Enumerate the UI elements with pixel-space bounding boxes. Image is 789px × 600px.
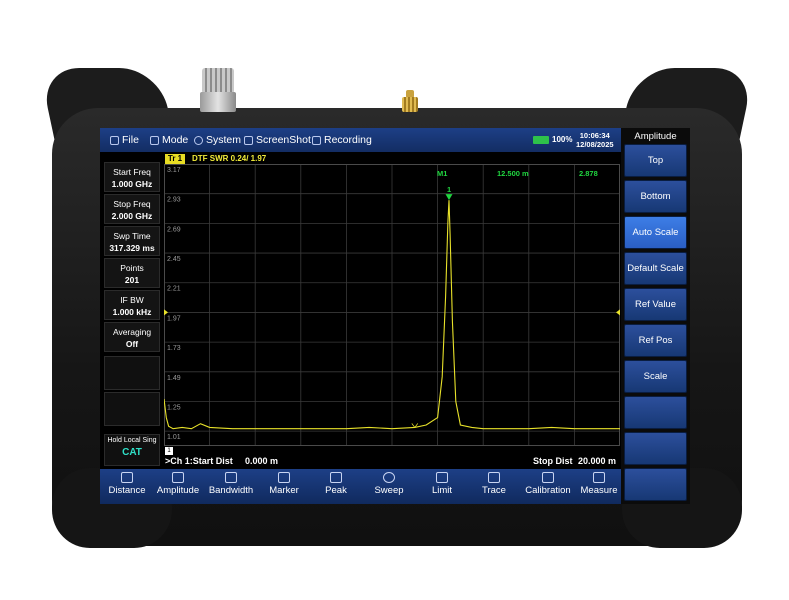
param-value: Off (125, 339, 139, 349)
bottom-menu-sweep[interactable]: Sweep (362, 471, 416, 502)
start-dist-value[interactable]: 0.000 m (245, 456, 278, 466)
param-value: 317.329 ms (109, 243, 155, 253)
parameter-panel: Start Freq 1.000 GHz Stop Freq 2.000 GHz… (104, 162, 160, 466)
gear-icon (194, 135, 203, 145)
softkey-scale[interactable]: Scale (624, 360, 687, 393)
softkey-ref-value[interactable]: Ref Value (624, 288, 687, 321)
param-label: Start Freq (113, 167, 151, 177)
hold-label: Hold Local Sing (107, 437, 157, 444)
y-tick-label: 2.45 (167, 256, 181, 263)
param-if-bw[interactable]: IF BW 1.000 kHz (104, 290, 160, 320)
y-tick-label: 1.49 (167, 375, 181, 382)
param-sweep-time[interactable]: Swp Time 317.329 ms (104, 226, 160, 256)
trace-title: DTF SWR 0.24/ 1.97 (192, 154, 267, 163)
param-label: Stop Freq (113, 199, 151, 209)
sma-connector (402, 90, 418, 112)
softkey-panel-title: Amplitude (634, 131, 677, 142)
bottom-menu-amplitude[interactable]: Amplitude (151, 471, 205, 502)
softkey-auto-scale[interactable]: Auto Scale (624, 216, 687, 249)
marker-index-label: 1 (447, 185, 451, 194)
y-tick-label: 1.97 (167, 315, 181, 322)
softkey-ref-pos[interactable]: Ref Pos (624, 324, 687, 357)
param-value: 1.000 GHz (111, 179, 153, 189)
trace-tag[interactable]: Tr 1 (165, 154, 185, 164)
battery-icon (533, 136, 549, 144)
marker-value-label: 2.878 (579, 169, 598, 178)
menu-screenshot[interactable]: ScreenShot (244, 134, 311, 146)
calibration-icon (542, 472, 554, 483)
peak-icon (330, 472, 342, 483)
bottom-menu-peak[interactable]: Peak (309, 471, 363, 502)
y-tick-label: 1.25 (167, 404, 181, 411)
param-value: 2.000 GHz (111, 211, 153, 221)
softkey-empty[interactable] (624, 432, 687, 465)
stop-dist-value[interactable]: 20.000 m (578, 456, 616, 466)
bottom-menu-bandwidth[interactable]: Bandwidth (204, 471, 258, 502)
start-dist-label: >Ch 1:Start Dist (165, 456, 233, 466)
amplitude-icon (172, 472, 184, 483)
recording-icon (312, 135, 321, 145)
menu-system[interactable]: System (194, 134, 241, 146)
bottom-menu-measure[interactable]: Measure (574, 471, 624, 502)
battery-percent: 100% (552, 135, 573, 144)
bottom-menu-distance[interactable]: Distance (100, 471, 154, 502)
menu-recording[interactable]: Recording (312, 134, 372, 146)
param-empty-slot (104, 392, 160, 426)
distance-readout: >Ch 1:Start Dist 0.000 m Stop Dist 20.00… (165, 456, 620, 468)
param-label: Averaging (112, 327, 152, 337)
y-tick-label: 2.93 (167, 197, 181, 204)
measure-icon (593, 472, 605, 483)
stop-dist-label: Stop Dist (533, 456, 573, 466)
channel-badge: 1 (165, 447, 173, 455)
bottom-menu-trace[interactable]: Trace (467, 471, 521, 502)
bottom-menu-marker[interactable]: Marker (257, 471, 311, 502)
bottom-menu-calibration[interactable]: Calibration (520, 471, 576, 502)
menu-mode[interactable]: Mode (150, 134, 188, 146)
hold-value: CAT (122, 447, 142, 458)
param-label: Swp Time (113, 231, 151, 241)
camera-icon (244, 135, 253, 145)
menu-file[interactable]: File (110, 134, 139, 146)
mode-icon (150, 135, 159, 145)
flag-icon (278, 472, 290, 483)
n-type-connector (200, 68, 236, 112)
bottom-menu-limit[interactable]: Limit (415, 471, 469, 502)
clock: 10:06:34 12/08/2025 (576, 131, 614, 149)
param-label: IF BW (120, 295, 144, 305)
trace-icon (488, 472, 500, 483)
limit-icon (436, 472, 448, 483)
param-stop-freq[interactable]: Stop Freq 2.000 GHz (104, 194, 160, 224)
bandwidth-icon (225, 472, 237, 483)
clock-date: 12/08/2025 (576, 140, 614, 149)
y-tick-label: 1.01 (167, 434, 181, 441)
softkey-bottom[interactable]: Bottom (624, 180, 687, 213)
dtf-swr-plot[interactable]: 3.17 2.93 2.69 2.45 2.21 1.97 1.73 1.49 1.25 1.01… (164, 164, 620, 446)
screen: File Mode System ScreenShot Recording 10… (100, 128, 690, 504)
sweep-icon (383, 472, 395, 483)
y-tick-label: 1.73 (167, 345, 181, 352)
param-averaging[interactable]: Averaging Off (104, 322, 160, 352)
bottom-menu-bar: Distance Amplitude Bandwidth Marker Peak… (100, 469, 621, 504)
y-tick-label: 3.17 (167, 167, 181, 174)
param-empty-slot (104, 356, 160, 390)
param-points[interactable]: Points 201 (104, 258, 160, 288)
param-start-freq[interactable]: Start Freq 1.000 GHz (104, 162, 160, 192)
softkey-empty[interactable] (624, 468, 687, 501)
file-icon (110, 135, 119, 145)
softkey-panel: Amplitude Top Bottom Auto Scale Default … (621, 128, 690, 504)
marker-name-label: M1 (437, 169, 447, 178)
y-tick-label: 2.21 (167, 286, 181, 293)
y-tick-label: 2.69 (167, 226, 181, 233)
param-value: 201 (124, 275, 140, 285)
hold-status[interactable]: Hold Local Sing CAT (104, 434, 160, 466)
softkey-default-scale[interactable]: Default Scale (624, 252, 687, 285)
marker-position-label: 12.500 m (497, 169, 529, 178)
clock-time: 10:06:34 (579, 131, 610, 140)
top-menu-bar: File Mode System ScreenShot Recording 10… (100, 128, 621, 152)
param-value: 1.000 kHz (112, 307, 152, 317)
param-label: Points (120, 263, 144, 273)
softkey-empty[interactable] (624, 396, 687, 429)
softkey-top[interactable]: Top (624, 144, 687, 177)
distance-icon (121, 472, 133, 483)
